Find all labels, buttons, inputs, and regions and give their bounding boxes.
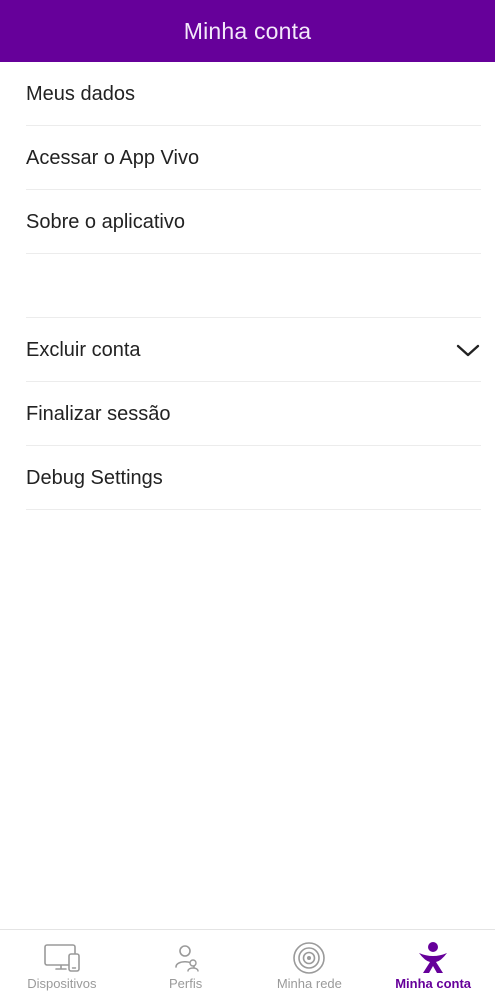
menu-item-label: Debug Settings — [26, 466, 163, 489]
menu-item-label: Finalizar sessão — [26, 402, 171, 425]
tab-label: Dispositivos — [27, 976, 97, 991]
menu-item-label: Sobre o aplicativo — [26, 210, 185, 233]
chevron-down-icon[interactable] — [455, 339, 481, 361]
vivo-account-icon — [413, 941, 453, 975]
app-header: Minha conta — [0, 0, 495, 62]
menu-item-acessar-app-vivo[interactable]: Acessar o App Vivo — [0, 126, 495, 190]
network-icon — [289, 941, 329, 975]
bottom-tab-bar: Dispositivos Perfis Minha rede Minha con… — [0, 929, 495, 1000]
account-menu: Meus dados Acessar o App Vivo Sobre o ap… — [0, 62, 495, 510]
page-title: Minha conta — [183, 17, 312, 44]
tab-label: Minha conta — [395, 976, 472, 991]
tab-label: Perfis — [169, 976, 203, 991]
tab-dispositivos[interactable]: Dispositivos — [0, 930, 124, 1000]
menu-item-label: Excluir conta — [26, 338, 141, 361]
menu-item-label: Meus dados — [26, 82, 135, 105]
tab-label: Minha rede — [276, 976, 342, 991]
menu-item-excluir-conta[interactable]: Excluir conta — [0, 318, 495, 382]
menu-item-finalizar-sessao[interactable]: Finalizar sessão — [0, 382, 495, 446]
menu-item-sobre-aplicativo[interactable]: Sobre o aplicativo — [0, 190, 495, 254]
menu-item-debug-settings[interactable]: Debug Settings — [0, 446, 495, 510]
tab-minha-rede[interactable]: Minha rede — [248, 930, 372, 1000]
menu-item-meus-dados[interactable]: Meus dados — [0, 62, 495, 126]
devices-icon — [42, 941, 82, 975]
menu-item-label: Acessar o App Vivo — [26, 146, 200, 169]
tab-perfis[interactable]: Perfis — [124, 930, 248, 1000]
profiles-icon — [166, 941, 206, 975]
menu-item-hidden[interactable] — [0, 254, 495, 318]
tab-minha-conta[interactable]: Minha conta — [371, 930, 495, 1000]
